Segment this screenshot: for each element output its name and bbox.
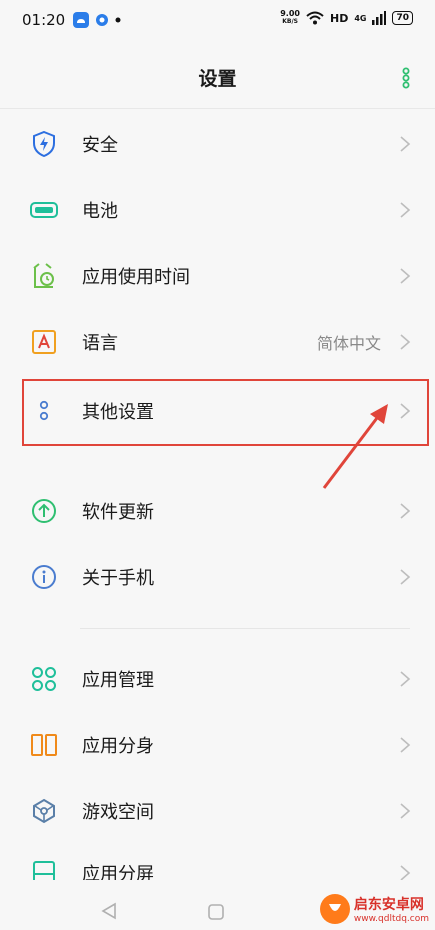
settings-item-app-clone[interactable]: 应用分身 <box>0 712 435 778</box>
settings-item-language[interactable]: 语言 简体中文 <box>0 309 435 375</box>
watermark-url: www.qdltdq.com <box>353 914 429 924</box>
cloud-notification-icon <box>73 12 89 28</box>
settings-item-label: 应用管理 <box>82 670 154 691</box>
info-icon <box>30 563 58 591</box>
hd-indicator: HD <box>329 11 349 25</box>
chevron-right-icon <box>400 569 411 585</box>
more-options-icon[interactable] <box>401 67 411 89</box>
wifi-icon <box>306 11 324 25</box>
settings-item-label: 语言 <box>82 333 118 354</box>
settings-item-software-update[interactable]: 软件更新 <box>0 478 435 544</box>
watermark-name: 启东安卓网 <box>353 897 424 913</box>
settings-item-app-management[interactable]: 应用管理 <box>0 646 435 712</box>
signal-label: 4G <box>354 13 367 23</box>
chevron-right-icon <box>400 136 411 152</box>
app-management-icon <box>30 665 58 693</box>
status-time: 01:20 <box>22 11 66 29</box>
language-icon <box>30 328 58 356</box>
settings-item-split-screen[interactable]: 应用分屏 <box>0 844 435 880</box>
settings-item-label: 安全 <box>82 135 118 156</box>
page-title: 设置 <box>198 68 237 90</box>
settings-item-label: 应用使用时间 <box>82 267 190 288</box>
update-icon <box>30 497 58 525</box>
app-time-icon <box>30 262 58 290</box>
status-bar: 01:20 9.00 KB/S HD 4G 70 <box>0 0 435 40</box>
network-speed: 9.00 KB/S <box>280 10 300 26</box>
settings-item-label: 应用分屏 <box>82 864 154 880</box>
chevron-right-icon <box>400 737 411 753</box>
status-indicators: 9.00 KB/S HD 4G 70 <box>280 10 413 26</box>
chevron-right-icon <box>400 202 411 218</box>
app-notification-icon <box>96 14 108 26</box>
notification-icons <box>73 12 121 28</box>
game-space-icon <box>30 797 58 825</box>
settings-item-label: 关于手机 <box>82 568 154 589</box>
header-divider <box>0 108 435 109</box>
battery-icon <box>30 196 58 224</box>
watermark-logo-icon <box>319 894 350 924</box>
chevron-right-icon <box>400 671 411 687</box>
split-screen-icon <box>30 860 58 880</box>
back-icon[interactable] <box>100 902 118 920</box>
language-value: 简体中文 <box>316 334 381 353</box>
chevron-right-icon <box>400 334 411 350</box>
home-icon[interactable] <box>208 904 224 920</box>
more-notifications-dot-icon <box>115 17 121 23</box>
watermark: 启东安卓网 www.qdltdq.com <box>319 894 429 924</box>
chevron-right-icon <box>400 803 411 819</box>
settings-item-app-time[interactable]: 应用使用时间 <box>0 243 435 309</box>
settings-item-about-phone[interactable]: 关于手机 <box>0 544 435 610</box>
settings-item-label: 软件更新 <box>82 502 154 523</box>
shield-icon <box>30 130 58 158</box>
navigation-bar: 启东安卓网 www.qdltdq.com <box>0 880 435 930</box>
battery-indicator: 70 <box>392 11 413 25</box>
settings-item-label: 游戏空间 <box>82 802 154 823</box>
network-speed-value: 9.00 <box>280 9 300 18</box>
settings-item-label: 电池 <box>82 201 118 222</box>
chevron-right-icon <box>400 865 411 880</box>
section-divider <box>80 628 410 629</box>
signal-icon <box>372 11 387 25</box>
chevron-right-icon <box>400 503 411 519</box>
settings-item-security[interactable]: 安全 <box>0 111 435 177</box>
settings-item-label: 应用分身 <box>82 736 154 757</box>
network-speed-unit: KB/S <box>282 18 298 25</box>
settings-item-game-space[interactable]: 游戏空间 <box>0 778 435 844</box>
title-bar: 设置 <box>0 50 435 105</box>
settings-item-battery[interactable]: 电池 <box>0 177 435 243</box>
app-clone-icon <box>30 731 58 759</box>
chevron-right-icon <box>400 268 411 284</box>
